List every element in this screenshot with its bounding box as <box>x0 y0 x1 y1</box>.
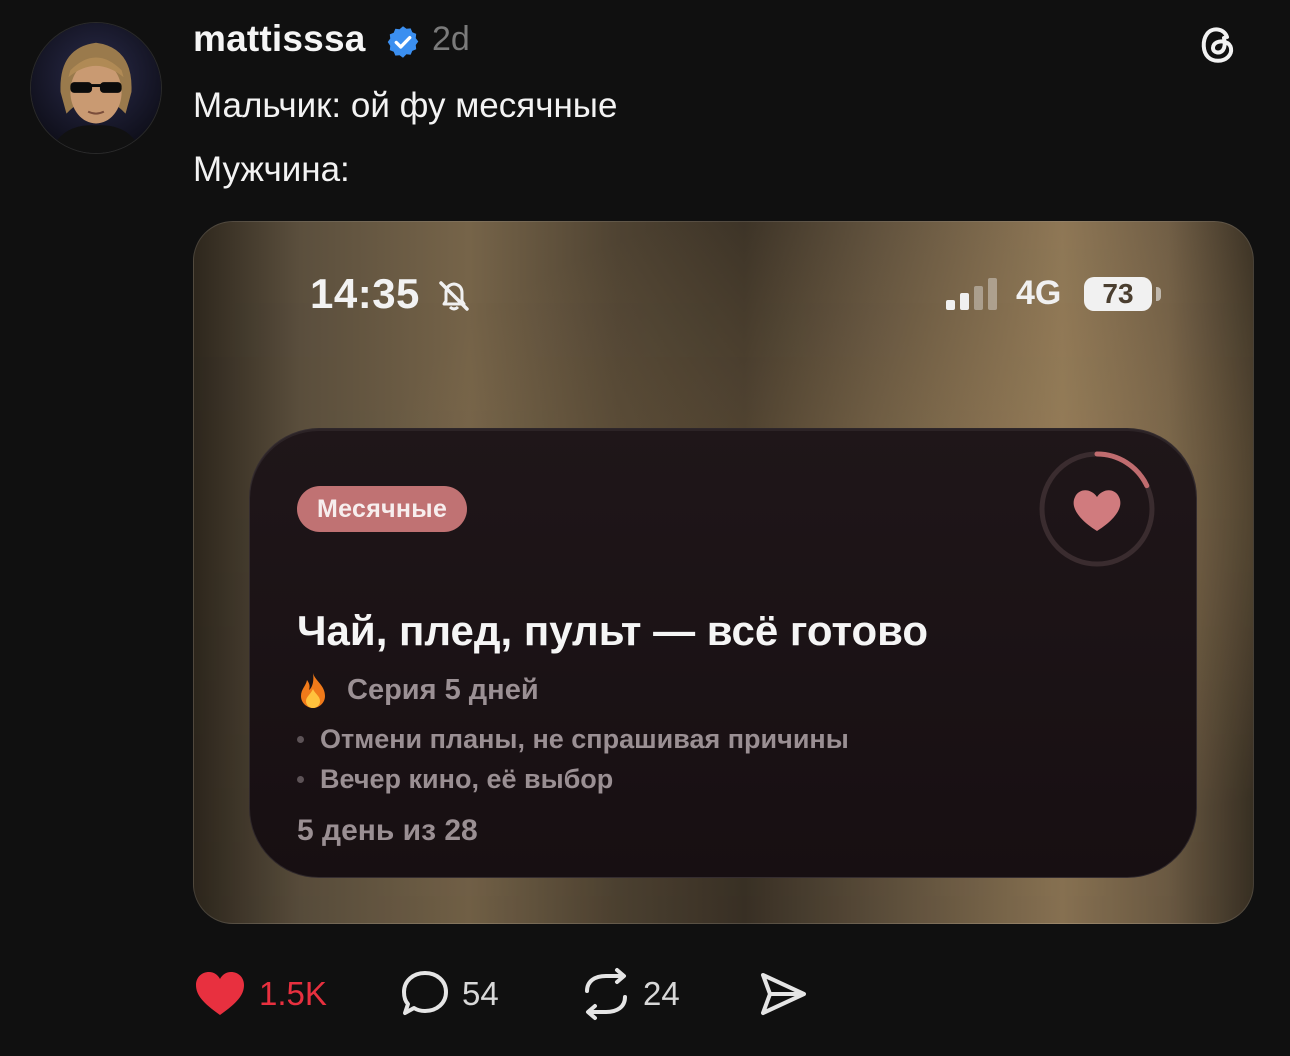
streak-text: Серия 5 дней <box>347 673 539 706</box>
post-time: 2d <box>432 20 470 58</box>
repost-icon <box>585 968 627 1020</box>
bullet-dot <box>297 775 304 783</box>
bell-muted-icon <box>439 281 469 311</box>
day-counter: 5 день из 28 <box>297 814 478 847</box>
heart-icon <box>1073 490 1121 531</box>
signal-icon <box>946 278 997 310</box>
comment-button[interactable]: 54 <box>398 964 499 1024</box>
list-item: Вечер кино, её выбор <box>297 759 849 799</box>
avatar[interactable] <box>30 22 162 154</box>
widget-title: Чай, плед, пульт — всё готово <box>297 607 929 654</box>
period-widget: Месячные Чай, плед, пульт — всё готово С… <box>249 428 1197 878</box>
status-time: 14:35 <box>310 270 420 317</box>
threads-logo-icon[interactable] <box>1194 20 1242 68</box>
battery-level: 73 <box>1084 277 1152 311</box>
post-text-line-1: Мальчик: ой фу месячные <box>193 86 618 125</box>
username[interactable]: mattisssa <box>193 18 366 60</box>
like-icon <box>196 972 244 1015</box>
repost-button[interactable]: 24 <box>579 964 680 1024</box>
comment-icon <box>402 971 448 1015</box>
comment-count: 54 <box>462 975 499 1012</box>
verified-badge-icon <box>387 26 419 58</box>
repost-count: 24 <box>643 975 680 1012</box>
list-item: Отмени планы, не спрашивая причины <box>297 719 849 759</box>
bullet-text: Отмени планы, не спрашивая причины <box>320 724 849 754</box>
share-icon <box>761 973 806 1015</box>
widget-tag: Месячные <box>297 486 468 532</box>
avatar-image <box>31 23 161 153</box>
battery-tip <box>1156 287 1161 301</box>
like-button[interactable]: 1.5K <box>193 964 327 1024</box>
fire-icon <box>301 673 325 708</box>
threads-post: mattisssa 2d Мальчик: ой фу месячные Муж… <box>0 0 1290 1056</box>
post-image[interactable]: 14:35 4G 73 Месячные Чай, плед, пульт — … <box>193 221 1254 924</box>
bullet-list: Отмени планы, не спрашивая причины Вечер… <box>297 719 849 799</box>
heart-progress-ring <box>1039 451 1155 567</box>
network-type: 4G <box>1016 274 1062 312</box>
bullet-text: Вечер кино, её выбор <box>320 764 614 794</box>
bullet-dot <box>297 735 304 743</box>
share-button[interactable] <box>756 964 810 1024</box>
like-count: 1.5K <box>259 975 327 1012</box>
streak-row: Серия 5 дней <box>297 670 539 710</box>
post-text-line-2: Мужчина: <box>193 150 350 189</box>
